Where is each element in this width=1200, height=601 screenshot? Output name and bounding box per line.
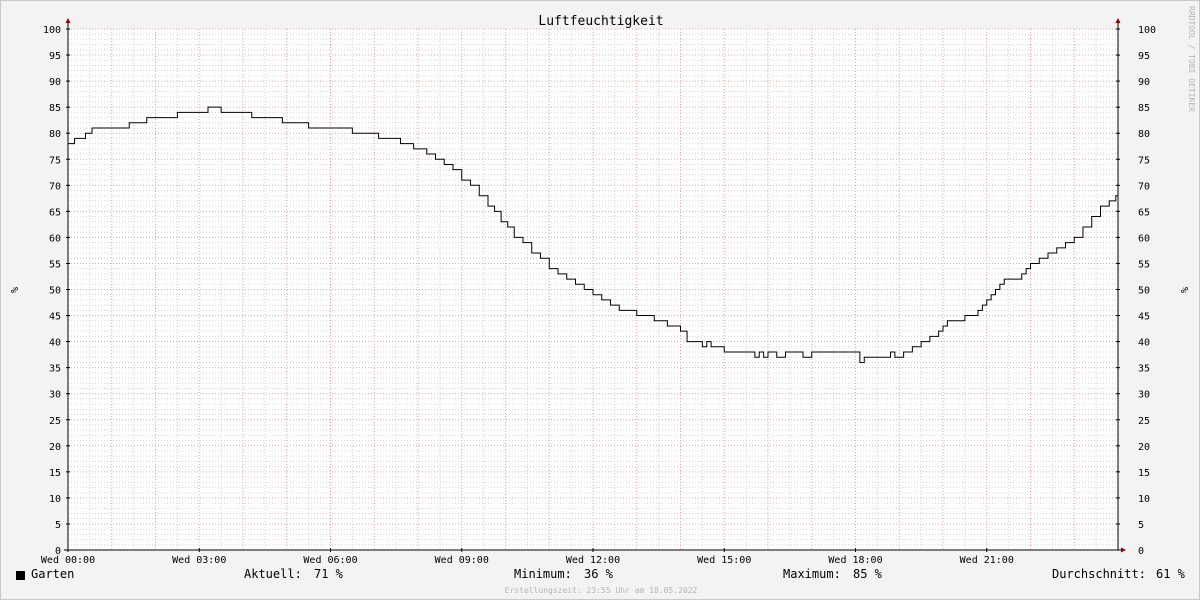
x-tick-label: Wed 09:00 [435,555,489,566]
y-tick-label-right: 45 [1138,312,1150,323]
y-tick-label-left: 10 [49,494,61,505]
y-tick-label-left: 100 [43,25,61,36]
y-axis-arrow-left [65,18,71,23]
x-tick-label: Wed 03:00 [172,555,226,566]
y-tick-label-left: 80 [49,129,61,140]
footer-timestamp: Erstellungszeit: 23:55 Uhr am 18.05.2022 [504,586,698,595]
stat-minimum-value: 36 % [584,567,613,581]
legend-series-label: Garten [31,567,75,581]
y-tick-label-left: 20 [49,442,61,453]
stat-durchschnitt-value: 61 % [1156,567,1185,581]
stat-aktuell-label: Aktuell: [244,567,302,581]
y-tick-label-right: 30 [1138,390,1150,401]
chart-area: Luftfeuchtigkeit RRDTOOL / TOBI OETIKER … [8,6,1196,566]
watermark: RRDTOOL / TOBI OETIKER [1187,6,1196,112]
y-tick-label-left: 65 [49,207,61,218]
y-axis-label-right: % [1178,287,1189,293]
stat-minimum-label: Minimum: [514,567,572,581]
y-tick-label-left: 75 [49,155,61,166]
x-tick-label: Wed 15:00 [697,555,751,566]
y-tick-label-right: 80 [1138,129,1150,140]
y-tick-label-left: 5 [55,520,61,531]
chart-title: Luftfeuchtigkeit [538,14,663,29]
x-tick-label: Wed 06:00 [303,555,357,566]
y-tick-label-left: 90 [49,77,61,88]
y-tick-label-right: 35 [1138,364,1150,375]
y-tick-label-left: 15 [49,468,61,479]
y-axis-label-left: % [8,287,19,293]
stat-maximum-label: Maximum: [783,567,841,581]
y-tick-label-left: 85 [49,103,61,114]
stat-maximum-value: 85 % [853,567,882,581]
y-tick-label-right: 20 [1138,442,1150,453]
y-tick-label-right: 100 [1138,25,1156,36]
y-tick-label-right: 25 [1138,416,1150,427]
y-tick-label-left: 95 [49,51,61,62]
y-tick-label-right: 70 [1138,181,1150,192]
x-tick-label: Wed 12:00 [566,555,620,566]
y-tick-label-right: 90 [1138,77,1150,88]
y-tick-label-right: 40 [1138,338,1150,349]
y-tick-label-left: 35 [49,364,61,375]
y-axis-arrow-right [1115,18,1121,23]
y-tick-label-left: 60 [49,233,61,244]
stat-aktuell-value: 71 % [314,567,343,581]
legend: Garten Aktuell: 71 % Minimum: 36 % Maxim… [1,567,1200,585]
y-tick-label-right: 60 [1138,233,1150,244]
y-tick-label-left: 70 [49,181,61,192]
y-tick-label-right: 55 [1138,259,1150,270]
y-tick-label-left: 30 [49,390,61,401]
x-tick-label: Wed 00:00 [41,555,95,566]
y-tick-label-right: 5 [1138,520,1144,531]
y-tick-label-left: 40 [49,338,61,349]
x-axis-arrow [1121,547,1126,553]
stat-durchschnitt-label: Durchschnitt: [1052,567,1146,581]
y-tick-label-right: 65 [1138,207,1150,218]
y-tick-label-left: 55 [49,259,61,270]
y-tick-label-right: 75 [1138,155,1150,166]
y-tick-label-left: 45 [49,312,61,323]
y-tick-label-right: 50 [1138,286,1150,297]
x-tick-label: Wed 18:00 [828,555,882,566]
y-tick-label-right: 0 [1138,546,1144,557]
y-tick-label-left: 50 [49,286,61,297]
y-tick-label-right: 95 [1138,51,1150,62]
y-tick-label-right: 10 [1138,494,1150,505]
x-tick-label: Wed 21:00 [960,555,1014,566]
y-tick-label-right: 85 [1138,103,1150,114]
y-tick-label-right: 15 [1138,468,1150,479]
y-tick-label-left: 25 [49,416,61,427]
chart-frame: Luftfeuchtigkeit RRDTOOL / TOBI OETIKER … [0,0,1200,600]
